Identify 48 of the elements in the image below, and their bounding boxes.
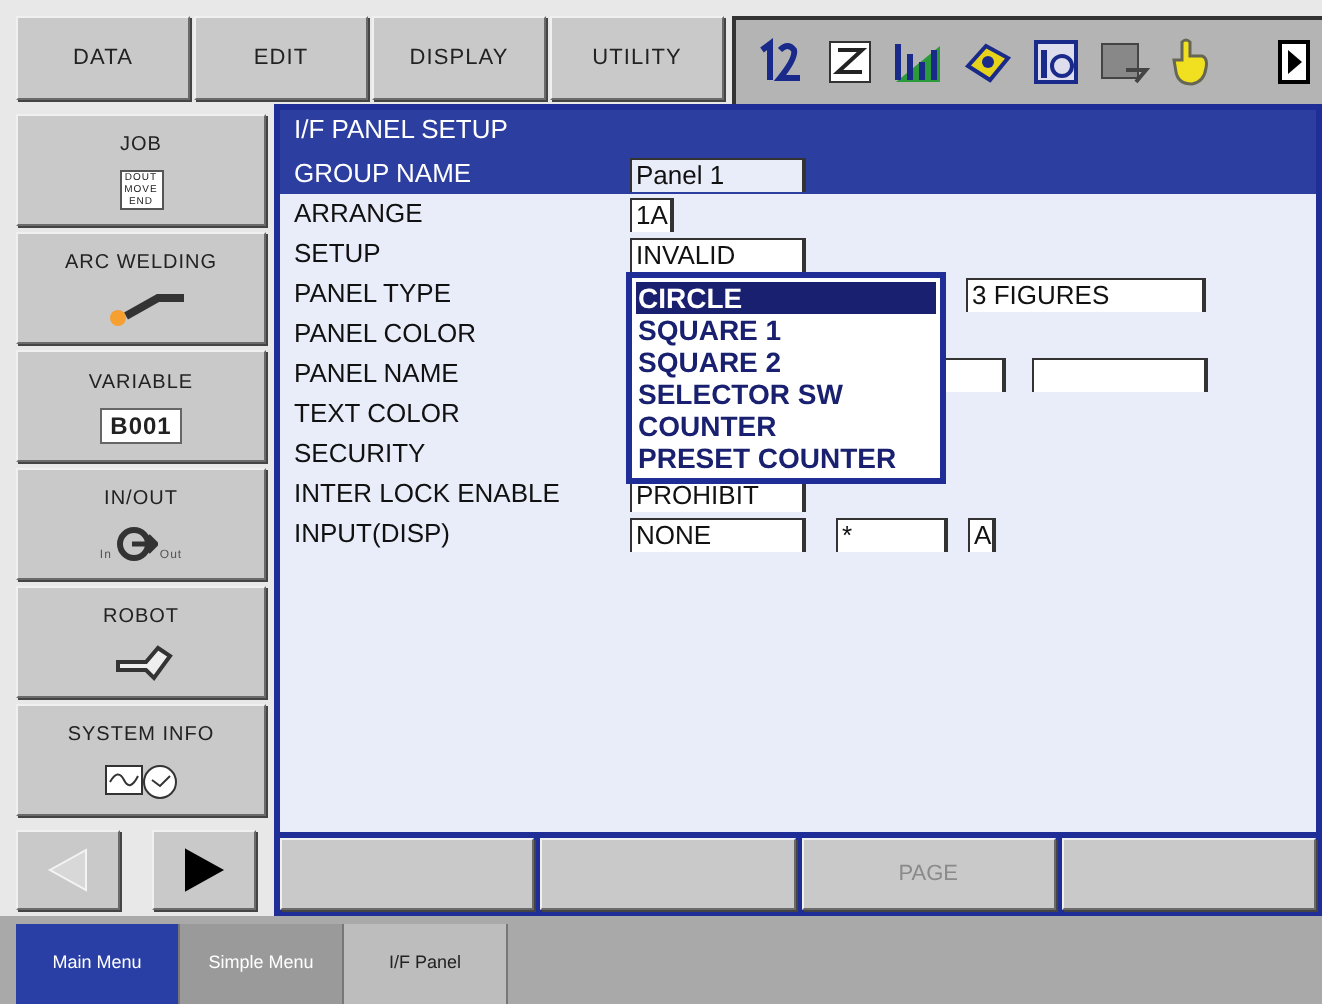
input-field[interactable]: INVALID [630,237,806,271]
field-label: SETUP [294,236,383,273]
function-key[interactable] [1061,838,1316,910]
tool-icon[interactable] [962,38,1014,86]
menu-button[interactable]: DATA [16,16,190,100]
next-page-icon[interactable] [1278,40,1310,84]
function-key[interactable] [540,838,795,910]
input-field[interactable]: 3 FIGURES [966,277,1206,311]
input-field[interactable] [1032,357,1208,391]
io-icon[interactable] [1032,38,1080,86]
bottom-tab[interactable]: Main Menu [16,924,180,1004]
hand-icon[interactable] [1168,36,1212,88]
main-menu-button[interactable]: ARC WELDING [16,232,266,344]
menu-button[interactable]: UTILITY [550,16,724,100]
field-label: GROUP NAME [294,156,474,193]
bottom-tab[interactable]: I/F Panel [344,924,508,1004]
function-key[interactable] [280,838,535,910]
menu-button[interactable]: EDIT [194,16,368,100]
wave-and-clock-icon [103,760,179,800]
dropdown-option[interactable]: CIRCLE [636,282,936,314]
input-field[interactable]: A [968,517,996,551]
field-label: PANEL TYPE [294,276,454,313]
panel-title: I/F PANEL SETUP [294,112,510,148]
field-label: INTER LOCK ENABLE [294,476,562,513]
input-field[interactable]: NONE [630,517,806,551]
field-label: PANEL NAME [294,356,461,393]
field-label: PANEL COLOR [294,316,479,353]
field-label: TEXT COLOR [294,396,462,433]
window-icon[interactable] [1098,38,1150,86]
input-field[interactable]: Panel 1 [630,157,806,191]
field-label: ARRANGE [294,196,425,233]
dropdown-option[interactable]: COUNTER [636,410,936,442]
input-field[interactable]: 1A [630,197,674,231]
field-label: SECURITY [294,436,428,473]
page-arrow-button[interactable] [152,830,256,910]
input-field[interactable]: * [836,517,948,551]
dropdown-option[interactable]: PRESET COUNTER [636,442,936,474]
edit-icon[interactable] [826,38,874,86]
menu-button[interactable]: DISPLAY [372,16,546,100]
dropdown-option[interactable]: SELECTOR SW [636,378,936,410]
variable-label: B001 [100,408,182,444]
field-label: INPUT(DISP) [294,516,452,553]
main-menu-button[interactable]: VARIABLE B001 [16,350,266,462]
main-menu-button[interactable]: ROBOT [16,586,266,698]
dropdown-option[interactable]: SQUARE 2 [636,346,936,378]
dropdown-option[interactable]: SQUARE 1 [636,314,936,346]
main-menu-button[interactable]: SYSTEM INFO [16,704,266,816]
bar-chart-icon[interactable] [892,38,944,86]
